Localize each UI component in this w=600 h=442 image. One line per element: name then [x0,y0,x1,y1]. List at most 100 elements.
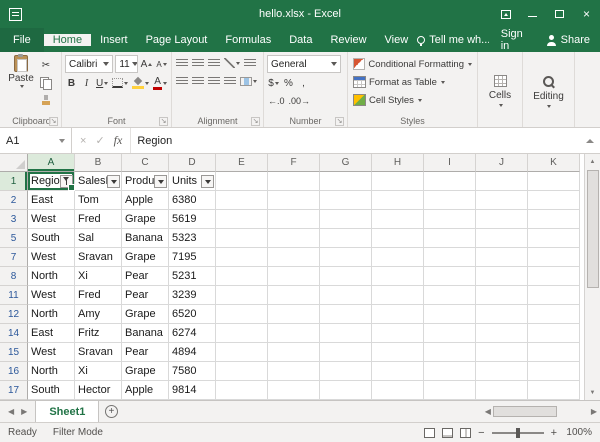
editing-button[interactable]: Editing [526,55,571,127]
cell[interactable]: Xi [75,267,122,286]
cell[interactable] [476,248,528,267]
cell[interactable]: South [28,229,75,248]
cell[interactable]: West [28,210,75,229]
close-button[interactable]: × [573,0,600,28]
cell[interactable] [424,324,476,343]
cell[interactable] [320,381,372,400]
name-box[interactable]: A1 [0,128,72,153]
cell[interactable]: Sravan [75,248,122,267]
filter-button-units[interactable] [201,175,214,188]
decrease-decimal-button[interactable]: .00→ [288,93,312,109]
row-header-16[interactable]: 16 [0,362,28,381]
zoom-slider[interactable] [492,432,544,434]
column-header-k[interactable]: K [528,154,580,172]
cell[interactable]: Pear [122,267,169,286]
cell[interactable]: Pear [122,343,169,362]
cell[interactable]: North [28,267,75,286]
row-header-15[interactable]: 15 [0,343,28,362]
font-size-select[interactable]: 11 [115,55,138,73]
cell[interactable]: Hector [75,381,122,400]
cell[interactable] [372,381,424,400]
cell[interactable] [268,381,320,400]
maximize-button[interactable] [546,0,573,28]
row-header-12[interactable]: 12 [0,305,28,324]
cell[interactable]: Apple [122,381,169,400]
increase-font-size-button[interactable]: A [140,56,153,72]
cell[interactable] [476,286,528,305]
cell[interactable] [372,229,424,248]
comma-style-button[interactable]: , [297,75,310,91]
horizontal-scroll-track[interactable] [493,406,589,418]
cell[interactable]: 5231 [169,267,216,286]
cell[interactable] [424,362,476,381]
cell[interactable] [268,248,320,267]
enter-button[interactable]: ✓ [95,134,104,147]
tab-data[interactable]: Data [280,34,321,46]
cell[interactable] [528,381,580,400]
cell[interactable] [424,210,476,229]
cell[interactable] [476,381,528,400]
row-header-2[interactable]: 2 [0,191,28,210]
font-color-button[interactable]: A [152,75,168,91]
cell[interactable] [320,191,372,210]
format-painter-button[interactable] [39,93,53,109]
cell[interactable] [372,362,424,381]
vertical-scrollbar[interactable]: ▲ ▼ [584,154,600,400]
horizontal-scroll-thumb[interactable] [493,406,557,417]
cell[interactable] [372,343,424,362]
cell[interactable] [216,229,268,248]
column-header-c[interactable]: C [122,154,169,172]
cell[interactable] [320,210,372,229]
cell[interactable] [476,229,528,248]
paste-button[interactable]: Paste [5,55,37,88]
tab-view[interactable]: View [376,34,418,46]
excel-app-icon[interactable] [9,8,22,21]
cell[interactable] [268,305,320,324]
cell[interactable]: Grape [122,248,169,267]
accounting-format-button[interactable]: $ [267,75,280,91]
cell[interactable]: Amy [75,305,122,324]
cell[interactable]: 6380 [169,191,216,210]
cell[interactable]: Banana [122,229,169,248]
sheet-nav-right-icon[interactable]: ▶ [21,407,27,416]
cell[interactable] [268,267,320,286]
cell[interactable] [216,324,268,343]
number-dialog-launcher-icon[interactable]: ↘ [335,117,344,126]
column-header-a[interactable]: A [28,154,75,172]
cell[interactable] [528,362,580,381]
scroll-right-icon[interactable]: ▶ [591,407,597,416]
cell[interactable]: 4894 [169,343,216,362]
cell[interactable] [320,172,372,191]
copy-button[interactable] [39,75,53,91]
cell[interactable] [216,248,268,267]
collapse-ribbon-button[interactable] [580,128,600,153]
cell[interactable] [216,381,268,400]
cell-a1-selected[interactable]: Region [28,172,75,191]
cell[interactable] [424,286,476,305]
align-bottom-button[interactable] [207,55,221,71]
align-middle-button[interactable] [191,55,205,71]
cell[interactable] [320,324,372,343]
cell[interactable] [528,210,580,229]
cell[interactable] [528,343,580,362]
align-center-button[interactable] [191,73,205,89]
cell[interactable] [528,172,580,191]
page-break-view-icon[interactable] [460,428,471,438]
cell[interactable]: Banana [122,324,169,343]
cell[interactable] [424,191,476,210]
column-header-f[interactable]: F [268,154,320,172]
cell[interactable]: Grape [122,362,169,381]
tab-review[interactable]: Review [321,34,375,46]
cell[interactable]: South [28,381,75,400]
cell[interactable] [424,305,476,324]
borders-button[interactable] [111,75,129,91]
cell[interactable]: Xi [75,362,122,381]
cell[interactable] [320,286,372,305]
increase-decimal-button[interactable]: ←.0 [267,93,286,109]
formula-input[interactable]: Region [131,128,580,153]
cell[interactable] [268,210,320,229]
cell[interactable]: 6520 [169,305,216,324]
filter-button-salesrep[interactable] [107,175,120,188]
number-format-select[interactable]: General [267,55,341,73]
cell[interactable] [268,172,320,191]
